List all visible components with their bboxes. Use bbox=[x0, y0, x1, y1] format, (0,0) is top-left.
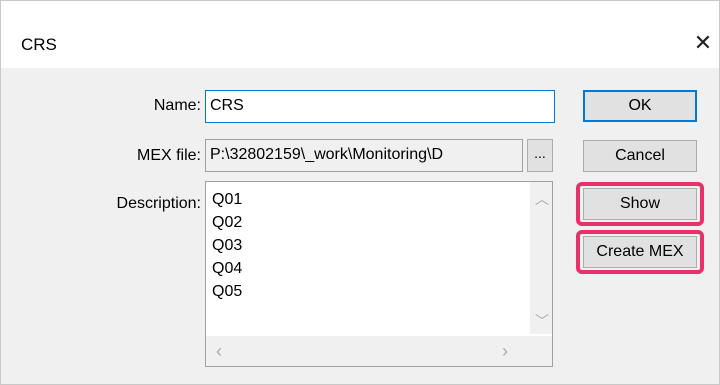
close-icon[interactable]: ✕ bbox=[691, 31, 715, 55]
description-text: Q01 Q02 Q03 Q04 Q05 bbox=[212, 188, 242, 303]
name-input[interactable]: CRS bbox=[205, 90, 555, 123]
description-line: Q03 bbox=[212, 237, 243, 254]
description-line: Q05 bbox=[212, 283, 243, 300]
description-textarea[interactable]: Q01 Q02 Q03 Q04 Q05 ︿ ﹀ ‹ › bbox=[205, 181, 553, 367]
title-bar: CRS ✕ bbox=[1, 1, 719, 68]
vertical-scrollbar[interactable]: ︿ ﹀ bbox=[530, 182, 552, 334]
scroll-down-icon[interactable]: ﹀ bbox=[535, 314, 549, 328]
name-label: Name: bbox=[153, 97, 201, 114]
horizontal-scrollbar[interactable]: ‹ › bbox=[206, 336, 530, 366]
mex-file-input[interactable]: P:\32802159\_work\Monitoring\D bbox=[205, 139, 523, 172]
description-label: Description: bbox=[116, 195, 201, 212]
description-line: Q01 bbox=[212, 191, 243, 208]
create-mex-highlight bbox=[576, 230, 704, 274]
scroll-up-icon[interactable]: ︿ bbox=[535, 192, 549, 206]
show-highlight bbox=[576, 182, 704, 226]
browse-button[interactable]: ... bbox=[527, 139, 553, 172]
mex-file-label: MEX file: bbox=[136, 147, 201, 164]
scrollbar-corner bbox=[530, 336, 552, 366]
scroll-left-icon[interactable]: ‹ bbox=[216, 342, 222, 360]
ok-button[interactable]: OK bbox=[583, 90, 697, 122]
description-line: Q02 bbox=[212, 214, 243, 231]
scroll-right-icon[interactable]: › bbox=[502, 342, 508, 360]
crs-dialog: CRS ✕ Name: CRS MEX file: P:\32802159\_w… bbox=[0, 0, 720, 385]
cancel-button[interactable]: Cancel bbox=[583, 140, 697, 172]
window-title: CRS bbox=[21, 35, 57, 54]
description-line: Q04 bbox=[212, 260, 243, 277]
